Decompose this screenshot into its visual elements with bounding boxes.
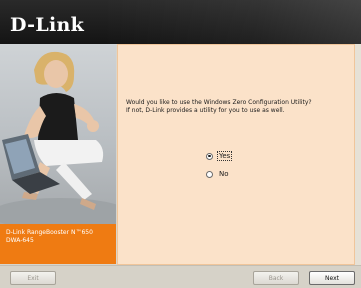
button-bar: Exit Back Next bbox=[0, 265, 361, 288]
back-button[interactable]: Back bbox=[253, 271, 299, 285]
yes-radio-button[interactable] bbox=[206, 152, 213, 160]
header-swoosh bbox=[101, 0, 361, 44]
product-banner: D-Link RangeBooster N™650 DWA-645 bbox=[0, 224, 116, 264]
product-model: DWA-645 bbox=[6, 237, 34, 244]
question-line-1: Would you like to use the Windows Zero C… bbox=[126, 99, 312, 106]
no-radio-button[interactable] bbox=[206, 170, 213, 178]
woman-with-laptop-image bbox=[0, 51, 116, 224]
right-frame-strip bbox=[355, 44, 361, 265]
next-button[interactable]: Next bbox=[309, 271, 355, 285]
yes-radio-label[interactable]: Yes bbox=[216, 151, 233, 161]
option-yes[interactable]: Yes bbox=[206, 151, 233, 161]
hero-photo bbox=[0, 44, 116, 224]
exit-button[interactable]: Exit bbox=[10, 271, 56, 285]
content-panel: Would you like to use the Windows Zero C… bbox=[117, 44, 355, 265]
question-line-2: If not, D-Link provides a utility for yo… bbox=[126, 107, 285, 114]
dlink-logo: D-Link bbox=[10, 14, 85, 36]
product-name: D-Link RangeBooster N™650 bbox=[6, 229, 93, 236]
header-bar: D-Link bbox=[0, 0, 361, 44]
option-no[interactable]: No bbox=[206, 170, 230, 178]
no-radio-label[interactable]: No bbox=[218, 170, 230, 178]
